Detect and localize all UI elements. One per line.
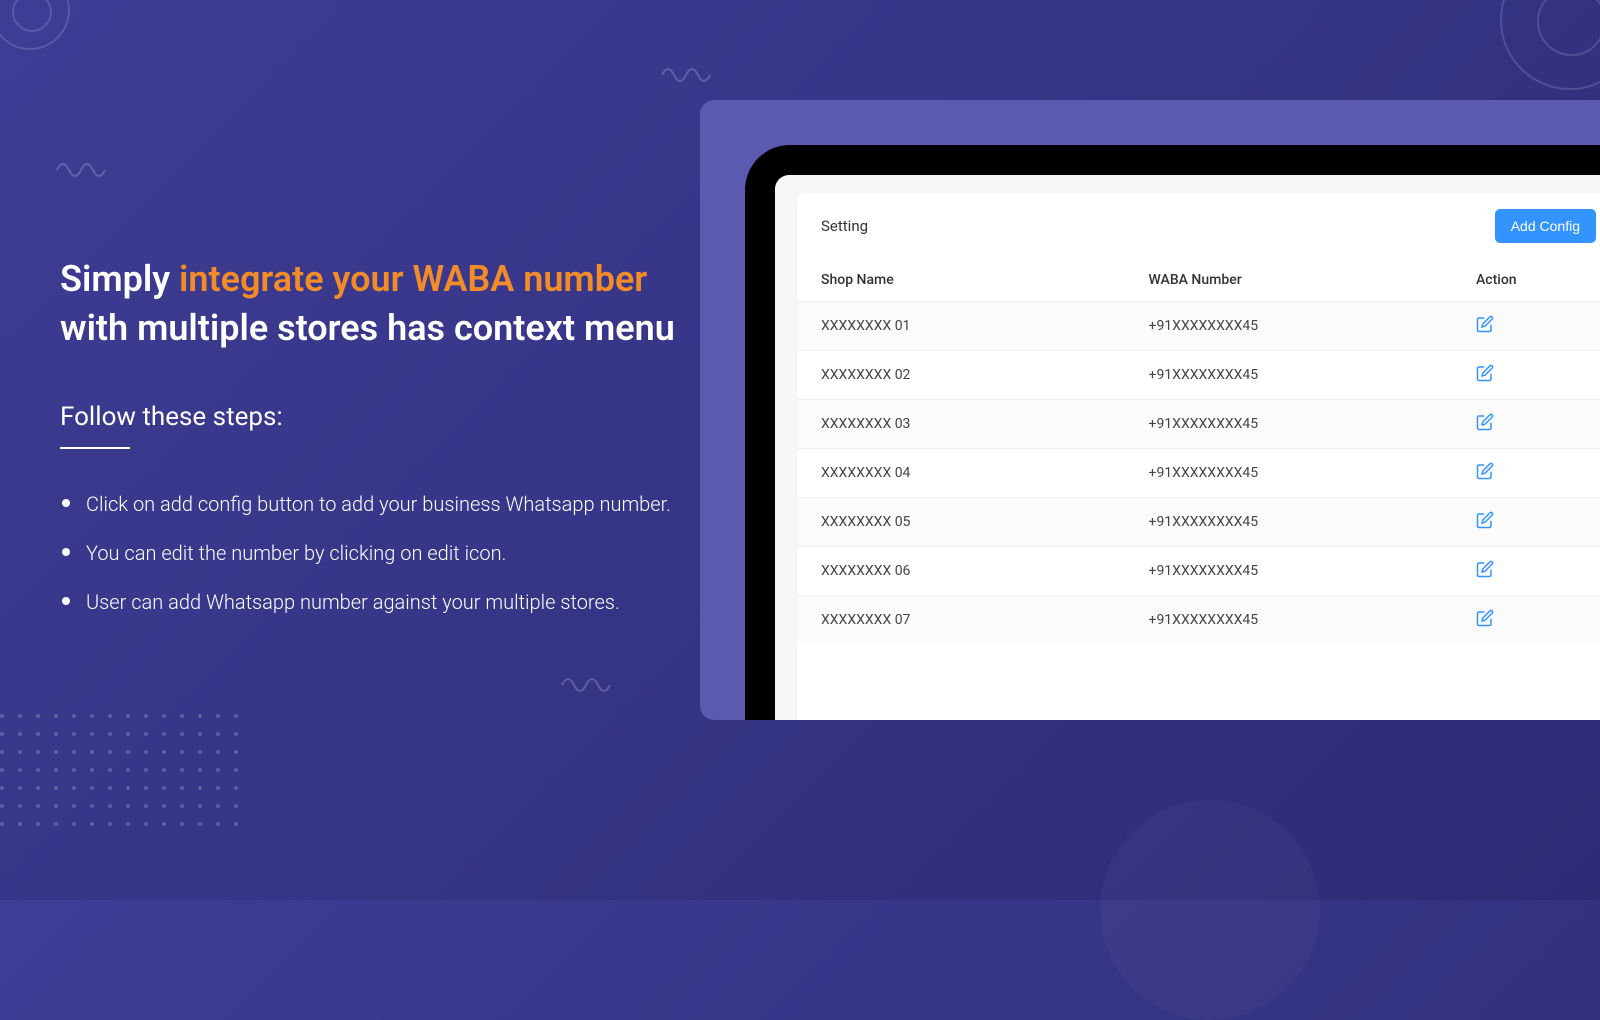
- table-row: XXXXXXXX 06+91XXXXXXXX45: [797, 546, 1600, 595]
- table-header-row: Shop Name WABA Number Action: [797, 259, 1600, 301]
- col-action: Action: [1476, 272, 1596, 288]
- device-mockup: Setting Add Config Shop Name WABA Number…: [700, 100, 1600, 720]
- headline-suffix: with multiple stores has context menu: [60, 307, 675, 349]
- cell-shop-name: XXXXXXXX 02: [821, 367, 1149, 383]
- cell-waba-number: +91XXXXXXXX45: [1149, 465, 1477, 481]
- step-item: Click on add config button to add your b…: [60, 489, 680, 520]
- col-waba-number: WABA Number: [1149, 272, 1477, 288]
- panel-header: Setting Add Config: [797, 193, 1600, 259]
- table-row: XXXXXXXX 04+91XXXXXXXX45: [797, 448, 1600, 497]
- device-screen: Setting Add Config Shop Name WABA Number…: [775, 175, 1600, 720]
- device-frame: Setting Add Config Shop Name WABA Number…: [745, 145, 1600, 720]
- steps-list: Click on add config button to add your b…: [60, 489, 680, 618]
- headline-highlight: integrate your WABA number: [179, 258, 647, 300]
- cell-waba-number: +91XXXXXXXX45: [1149, 563, 1477, 579]
- table-row: XXXXXXXX 05+91XXXXXXXX45: [797, 497, 1600, 546]
- cell-action: [1476, 315, 1596, 337]
- edit-icon[interactable]: [1476, 315, 1494, 333]
- step-item: User can add Whatsapp number against you…: [60, 587, 680, 618]
- cell-waba-number: +91XXXXXXXX45: [1149, 318, 1477, 334]
- settings-panel: Setting Add Config Shop Name WABA Number…: [797, 193, 1600, 720]
- decoration-circle: [1100, 800, 1320, 1020]
- edit-icon[interactable]: [1476, 413, 1494, 431]
- decoration-dots-grid: [0, 714, 242, 830]
- edit-icon[interactable]: [1476, 462, 1494, 480]
- headline: Simply integrate your WABA number with m…: [60, 255, 680, 352]
- edit-icon[interactable]: [1476, 560, 1494, 578]
- panel-title: Setting: [821, 217, 868, 235]
- cell-shop-name: XXXXXXXX 03: [821, 416, 1149, 432]
- cell-waba-number: +91XXXXXXXX45: [1149, 416, 1477, 432]
- cell-shop-name: XXXXXXXX 07: [821, 612, 1149, 628]
- cell-shop-name: XXXXXXXX 06: [821, 563, 1149, 579]
- decoration-squiggle: [55, 150, 115, 194]
- edit-icon[interactable]: [1476, 609, 1494, 627]
- table-row: XXXXXXXX 03+91XXXXXXXX45: [797, 399, 1600, 448]
- table-row: XXXXXXXX 01+91XXXXXXXX45: [797, 301, 1600, 350]
- col-shop-name: Shop Name: [821, 272, 1149, 288]
- decoration-circle: [1500, 0, 1600, 90]
- step-item: You can edit the number by clicking on e…: [60, 538, 680, 569]
- edit-icon[interactable]: [1476, 511, 1494, 529]
- cell-action: [1476, 364, 1596, 386]
- cell-action: [1476, 511, 1596, 533]
- cell-action: [1476, 413, 1596, 435]
- cell-waba-number: +91XXXXXXXX45: [1149, 367, 1477, 383]
- cell-shop-name: XXXXXXXX 05: [821, 514, 1149, 530]
- cell-action: [1476, 609, 1596, 631]
- steps-heading: Follow these steps:: [60, 402, 680, 432]
- marketing-copy: Simply integrate your WABA number with m…: [60, 255, 680, 636]
- cell-waba-number: +91XXXXXXXX45: [1149, 612, 1477, 628]
- cell-waba-number: +91XXXXXXXX45: [1149, 514, 1477, 530]
- edit-icon[interactable]: [1476, 364, 1494, 382]
- cell-shop-name: XXXXXXXX 04: [821, 465, 1149, 481]
- add-config-button[interactable]: Add Config: [1495, 209, 1596, 243]
- decoration-circle: [0, 0, 70, 50]
- underline-accent: [60, 447, 130, 449]
- cell-action: [1476, 462, 1596, 484]
- headline-prefix: Simply: [60, 258, 179, 300]
- decoration-squiggle: [560, 665, 620, 709]
- cell-shop-name: XXXXXXXX 01: [821, 318, 1149, 334]
- decoration-squiggle: [660, 55, 720, 99]
- table-row: XXXXXXXX 07+91XXXXXXXX45: [797, 595, 1600, 644]
- table-row: XXXXXXXX 02+91XXXXXXXX45: [797, 350, 1600, 399]
- cell-action: [1476, 560, 1596, 582]
